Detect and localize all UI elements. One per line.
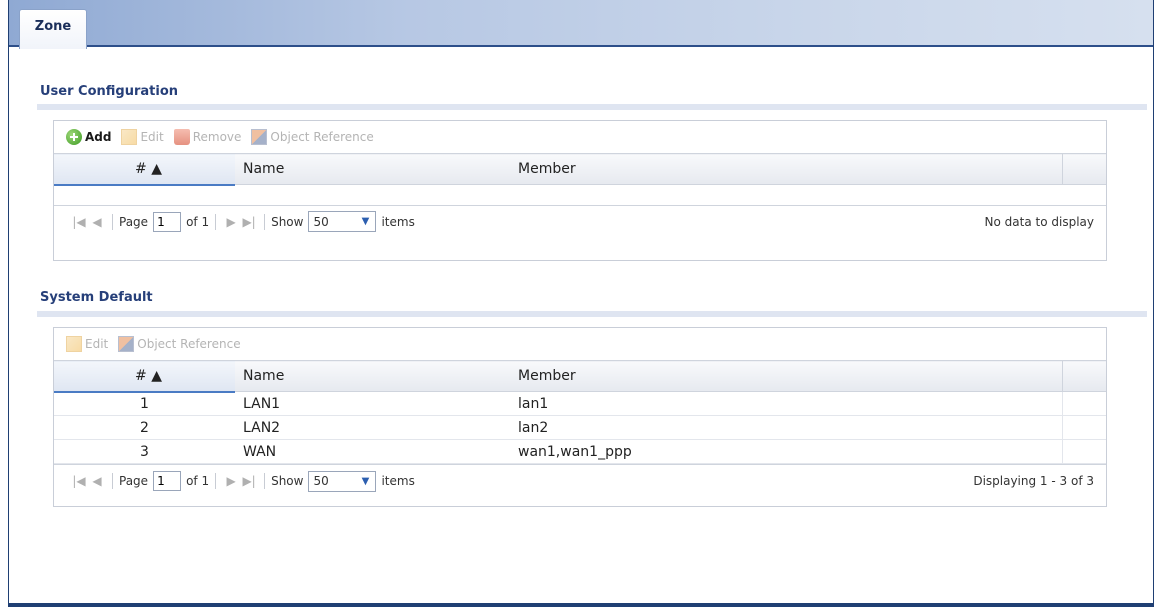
zone-window: Zone User Configuration Add Edit Remove … — [8, 0, 1154, 607]
row-member: wan1,wan1_ppp — [510, 439, 1062, 464]
object-reference-button[interactable]: Object Reference — [118, 336, 241, 352]
system-default-toolbar: Edit Object Reference — [54, 328, 1106, 360]
user-configuration-panel: Add Edit Remove Object Reference # ▲ Nam… — [53, 120, 1107, 261]
remove-button-label: Remove — [192, 130, 242, 144]
section-divider — [37, 104, 1147, 110]
pager-status: No data to display — [984, 214, 1094, 229]
page-count-label: of 1 — [186, 474, 210, 488]
column-header-number[interactable]: # ▲ — [54, 360, 235, 393]
row-name: LAN2 — [235, 415, 510, 440]
column-header-member[interactable]: Member — [510, 153, 1062, 185]
object-reference-button[interactable]: Object Reference — [251, 129, 374, 145]
next-page-icon[interactable]: ▶ — [222, 474, 240, 488]
items-label: items — [381, 214, 415, 229]
section-divider — [37, 311, 1147, 317]
first-page-icon[interactable]: |◀ — [70, 215, 88, 229]
last-page-icon[interactable]: ▶| — [240, 474, 258, 488]
page-size-select[interactable]: 50 ▼ — [308, 470, 377, 492]
user-config-pager: |◀ ◀ Page of 1 ▶ ▶| Show 50 ▼ items No d… — [54, 204, 1106, 238]
show-label: Show — [271, 474, 304, 488]
row-name: LAN1 — [235, 391, 510, 416]
user-configuration-title: User Configuration — [40, 84, 179, 99]
first-page-icon[interactable]: |◀ — [70, 474, 88, 488]
row-number: 2 — [54, 415, 235, 440]
page-count-label: of 1 — [186, 214, 210, 229]
row-filler — [1061, 391, 1106, 416]
page-number-input[interactable] — [153, 211, 182, 232]
pager-separator — [264, 213, 266, 230]
row-member: lan1 — [510, 391, 1062, 416]
page-size-select[interactable]: 50 ▼ — [308, 211, 377, 232]
edit-icon — [121, 129, 138, 145]
table-row[interactable]: 2 LAN2 lan2 — [54, 415, 1106, 440]
pager-separator — [264, 473, 266, 489]
row-filler — [1061, 439, 1106, 464]
row-number: 1 — [54, 391, 235, 416]
row-number: 3 — [54, 439, 235, 464]
add-icon — [66, 129, 82, 145]
column-header-name[interactable]: Name — [235, 153, 510, 185]
page-label: Page — [119, 474, 149, 488]
edit-button-label: Edit — [85, 337, 109, 351]
table-row[interactable]: 3 WAN wan1,wan1_ppp — [54, 439, 1106, 464]
pager-separator — [215, 473, 217, 489]
previous-page-icon[interactable]: ◀ — [88, 474, 106, 488]
add-button[interactable]: Add — [66, 129, 111, 145]
show-label: Show — [271, 214, 304, 229]
next-page-icon[interactable]: ▶ — [222, 215, 240, 229]
page-number-input[interactable] — [153, 471, 182, 491]
pager-separator — [215, 213, 217, 230]
user-config-table: # ▲ Name Member — [54, 153, 1106, 205]
edit-icon — [66, 336, 82, 352]
pager-status: Displaying 1 - 3 of 3 — [973, 474, 1094, 488]
row-name: WAN — [235, 439, 510, 464]
chevron-down-icon[interactable]: ▼ — [355, 472, 375, 491]
edit-button[interactable]: Edit — [121, 129, 164, 145]
object-reference-label: Object Reference — [270, 130, 374, 144]
system-default-panel: Edit Object Reference # ▲ Name Member 1 — [53, 327, 1107, 507]
object-reference-label: Object Reference — [137, 337, 241, 351]
tab-bar: Zone — [9, 0, 1153, 49]
column-header-name[interactable]: Name — [235, 360, 510, 392]
pager-separator — [112, 213, 113, 230]
edit-button[interactable]: Edit — [66, 336, 108, 352]
add-button-label: Add — [85, 130, 112, 144]
object-reference-icon — [118, 336, 135, 352]
system-default-table: # ▲ Name Member 1 LAN1 lan1 2 LAN2 lan2 — [54, 360, 1106, 464]
column-header-member[interactable]: Member — [510, 360, 1062, 392]
system-default-title: System Default — [40, 290, 153, 305]
column-header-number[interactable]: # ▲ — [54, 153, 235, 186]
last-page-icon[interactable]: ▶| — [240, 215, 258, 229]
page-size-value: 50 — [313, 474, 329, 488]
edit-button-label: Edit — [140, 130, 164, 144]
column-header-filler — [1061, 153, 1106, 185]
chevron-down-icon[interactable]: ▼ — [355, 212, 375, 231]
items-label: items — [381, 474, 415, 488]
column-header-filler — [1061, 360, 1106, 392]
empty-row — [54, 185, 1106, 205]
system-default-pager: |◀ ◀ Page of 1 ▶ ▶| Show 50 ▼ items Disp… — [54, 464, 1106, 497]
remove-button[interactable]: Remove — [173, 129, 242, 145]
tab-zone[interactable]: Zone — [19, 9, 87, 49]
row-filler — [1061, 415, 1106, 440]
row-member: lan2 — [510, 415, 1062, 440]
trash-icon — [173, 129, 190, 145]
pager-separator — [112, 473, 113, 489]
table-row[interactable]: 1 LAN1 lan1 — [54, 391, 1106, 416]
previous-page-icon[interactable]: ◀ — [88, 215, 106, 229]
page-label: Page — [119, 214, 149, 229]
object-reference-icon — [251, 129, 268, 145]
user-config-toolbar: Add Edit Remove Object Reference — [54, 121, 1106, 153]
page-size-value: 50 — [313, 214, 329, 229]
